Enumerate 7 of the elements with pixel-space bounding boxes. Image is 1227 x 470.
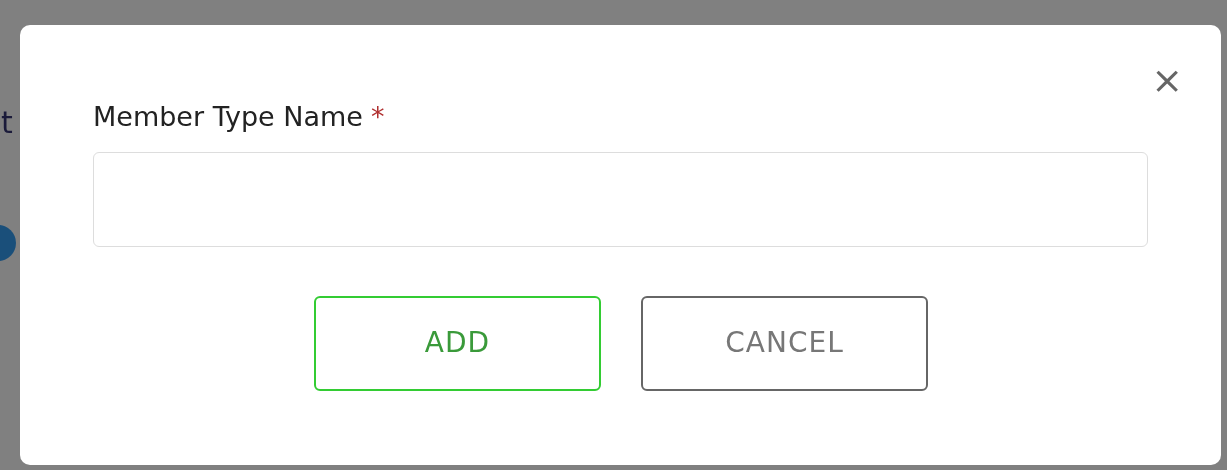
add-button[interactable]: ADD: [314, 295, 601, 391]
cancel-button[interactable]: CANCEL: [641, 295, 928, 391]
input-field[interactable]: [93, 151, 1148, 247]
background-text: t: [1, 108, 13, 138]
field-label: Member Type Name: [93, 100, 363, 134]
close-button[interactable]: ×: [1147, 61, 1187, 99]
required-marker: *: [370, 101, 385, 132]
